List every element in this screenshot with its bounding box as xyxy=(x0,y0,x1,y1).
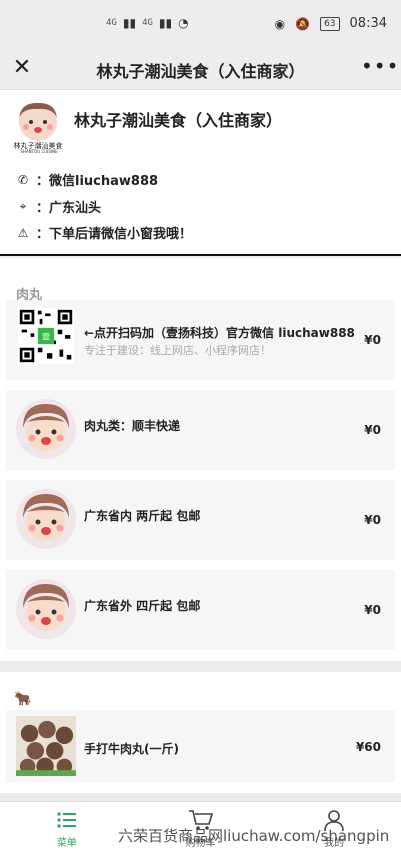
notice-row: ⚠ ：下单后请微信小窗我哦！ xyxy=(16,223,193,243)
item-price: ¥0 xyxy=(364,333,381,347)
item-price: ¥0 xyxy=(364,513,381,527)
status-right: ◉ 🔕 63 08:34 xyxy=(275,16,387,31)
cartoon-girl-avatar xyxy=(16,579,76,639)
wifi-icon: ◔ xyxy=(178,16,189,30)
item-desc: 专注于建设：线上网店、小程序网店！ xyxy=(84,344,271,357)
more-icon[interactable]: ••• xyxy=(361,52,398,80)
menu-item[interactable]: 手打牛肉丸(一斤) ¥60 xyxy=(6,710,395,782)
shop-header: 林丸子潮汕美食 SHANTOU CUISINE 林丸子潮汕美食（入住商家） ✆ … xyxy=(0,90,401,256)
mute-icon: 🔕 xyxy=(295,16,311,31)
item-name: 广东省内 两斤起 包邮 xyxy=(84,509,201,523)
cow-icon: 🐂 xyxy=(14,691,32,707)
signal-label-1: 4G xyxy=(106,18,117,28)
shop-logo: 林丸子潮汕美食 xyxy=(14,102,63,150)
menu-item[interactable]: 广东省外 四斤起 包邮 ¥0 xyxy=(6,570,395,650)
warning-icon: ⚠ xyxy=(17,225,29,240)
cartoon-girl-avatar xyxy=(16,399,76,459)
close-icon[interactable]: ✕ xyxy=(8,54,36,82)
watermark-text: 六荣百货商品网liuchaw.com/shangpin xyxy=(118,827,390,845)
address-row[interactable]: ⌖ ：广东汕头 xyxy=(16,197,101,216)
battery-icon: 63 xyxy=(320,16,340,31)
item-name: ←点开扫码加（壹扬科技）官方微信 liuchaw888 xyxy=(84,326,355,340)
phone-text: ：微信liuchaw888 xyxy=(36,174,159,189)
category-title: 🐂 xyxy=(0,672,401,710)
signal-icon: ▮▮ xyxy=(122,16,137,30)
menu-item[interactable]: 肉丸类：顺丰快递 ¥0 xyxy=(6,390,395,470)
network-indicators: 4G ▮▮ 4G ▮▮ ◔ xyxy=(106,16,189,30)
beef-ball-image xyxy=(16,716,76,776)
title-bar: ✕ 林丸子潮汕美食（入住商家） ••• xyxy=(0,48,401,90)
location-pin-icon: ⌖ xyxy=(19,199,27,213)
logo-caption: SHANTOU CUISINE xyxy=(20,149,58,154)
clock: 08:34 xyxy=(349,16,387,31)
signal-label-2: 4G xyxy=(142,18,153,28)
menu-item[interactable]: 壹 ←点开扫码加（壹扬科技）官方微信 liuchaw888 专注于建设：线上网店… xyxy=(6,300,395,380)
address-text: ：广东汕头 xyxy=(36,201,102,216)
item-price: ¥60 xyxy=(355,740,381,754)
page-title: 林丸子潮汕美食（入住商家） xyxy=(96,62,305,81)
category-title: 肉丸 xyxy=(16,288,43,303)
shop-name: 林丸子潮汕美食（入住商家） xyxy=(74,111,283,130)
notice-text: ：下单后请微信小窗我哦！ xyxy=(36,227,193,242)
item-name: 广东省外 四斤起 包邮 xyxy=(84,599,201,613)
tab-menu[interactable]: 菜单 xyxy=(0,802,134,854)
status-bar: 4G ▮▮ 4G ▮▮ ◔ ◉ 🔕 63 08:34 xyxy=(0,0,401,48)
phone-icon: ✆ xyxy=(17,172,29,187)
svg-text:壹: 壹 xyxy=(42,332,50,342)
item-price: ¥0 xyxy=(364,603,381,617)
category-section: 肉丸 壹 ←点开扫码加（壹扬科技）官方微信 liuchaw888 专注于建设：线… xyxy=(0,258,401,661)
signal-icon-2: ▮▮ xyxy=(158,16,173,30)
tab-menu-label: 菜单 xyxy=(56,838,77,849)
item-price: ¥0 xyxy=(364,423,381,437)
section-divider xyxy=(0,661,401,672)
item-name: 肉丸类：顺丰快递 xyxy=(84,419,181,433)
eye-icon: ◉ xyxy=(274,16,286,31)
category-section: 🐂 手打牛肉丸(一斤) ¥60 xyxy=(0,672,401,793)
menu-list: 肉丸 壹 ←点开扫码加（壹扬科技）官方微信 liuchaw888 专注于建设：线… xyxy=(0,258,401,793)
cartoon-girl-avatar xyxy=(16,489,76,549)
item-name: 手打牛肉丸(一斤) xyxy=(84,742,179,756)
menu-item[interactable]: 广东省内 两斤起 包邮 ¥0 xyxy=(6,480,395,560)
list-icon xyxy=(57,812,76,828)
qr-code-image: 壹 xyxy=(18,308,74,364)
phone-row[interactable]: ✆ ：微信liuchaw888 xyxy=(16,170,159,190)
